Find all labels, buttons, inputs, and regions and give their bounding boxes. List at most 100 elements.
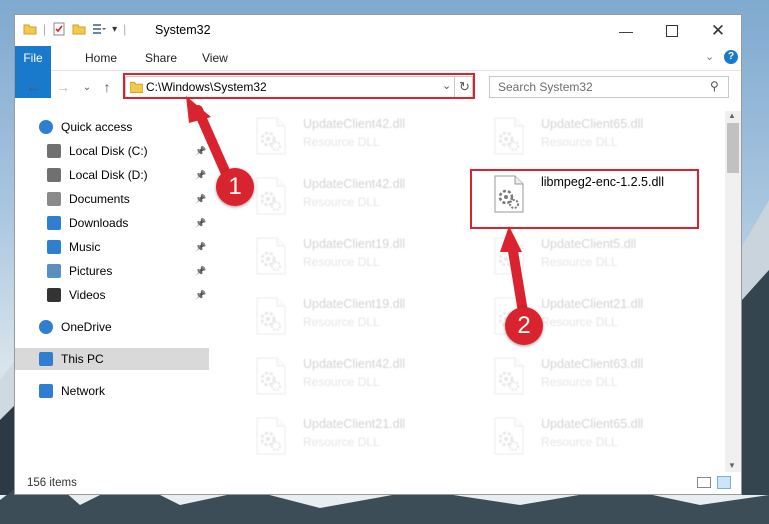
large-icons-view-icon[interactable] bbox=[717, 476, 731, 489]
search-placeholder[interactable]: Search System32 bbox=[498, 80, 593, 94]
pin-icon: 📌 bbox=[195, 241, 207, 252]
sidebar-item-label: Music bbox=[69, 240, 101, 254]
sidebar-item-this-pc[interactable]: This PC bbox=[15, 348, 209, 370]
chevron-down-icon[interactable]: ▾ bbox=[112, 24, 117, 35]
sidebar-item-downloads[interactable]: Downloads 📌 bbox=[15, 212, 209, 234]
maximize-button[interactable] bbox=[649, 15, 695, 46]
forward-arrow-icon: → bbox=[56, 79, 70, 95]
scroll-down-icon[interactable]: ▼ bbox=[728, 461, 736, 470]
step-badge-1: 1 bbox=[216, 168, 254, 206]
chevron-down-icon: ⌄ bbox=[82, 81, 92, 93]
tab-home[interactable]: Home bbox=[75, 46, 127, 70]
sidebar-item-label: Local Disk (C:) bbox=[69, 144, 148, 158]
file-type: Resource DLL bbox=[541, 135, 618, 149]
address-bar-highlight bbox=[123, 73, 475, 99]
file-type: Resource DLL bbox=[541, 255, 618, 269]
file-type: Resource DLL bbox=[303, 315, 380, 329]
status-bar: 156 items bbox=[15, 472, 741, 495]
pin-icon: 📌 bbox=[195, 289, 207, 300]
dll-file-icon bbox=[256, 417, 286, 455]
customize-toolbar-icon[interactable] bbox=[92, 22, 107, 36]
file-type: Resource DLL bbox=[303, 255, 380, 269]
quick-access-toolbar: | ▾ | bbox=[23, 22, 126, 36]
sidebar-item-documents[interactable]: Documents 📌 bbox=[15, 188, 209, 210]
expand-ribbon-icon[interactable]: ⌄ bbox=[705, 50, 714, 63]
sidebar-item-network[interactable]: Network bbox=[15, 380, 209, 402]
scroll-up-icon[interactable]: ▲ bbox=[728, 111, 736, 120]
file-item[interactable]: UpdateClient42.dll Resource DLL bbox=[239, 171, 459, 223]
sidebar-item-local-disk-c[interactable]: Local Disk (C:) 📌 bbox=[15, 140, 209, 162]
file-item[interactable]: UpdateClient19.dll Resource DLL bbox=[239, 291, 459, 343]
sidebar-item-music[interactable]: Music 📌 bbox=[15, 236, 209, 258]
forward-button[interactable]: → bbox=[53, 78, 73, 96]
dll-file-icon bbox=[494, 357, 524, 395]
item-count: 156 items bbox=[27, 477, 77, 489]
sidebar-item-label: Quick access bbox=[61, 120, 133, 134]
sidebar-item-label: Downloads bbox=[69, 216, 129, 230]
file-item[interactable]: UpdateClient42.dll Resource DLL bbox=[239, 351, 459, 403]
file-name: UpdateClient42.dll bbox=[303, 357, 406, 371]
sidebar-item-local-disk-d[interactable]: Local Disk (D:) 📌 bbox=[15, 164, 209, 186]
file-type: Resource DLL bbox=[541, 435, 618, 449]
file-item[interactable]: UpdateClient63.dll Resource DLL bbox=[477, 351, 697, 403]
sidebar-item-quick-access[interactable]: Quick access bbox=[15, 116, 209, 138]
title-bar: | ▾ | System32 — ✕ bbox=[15, 15, 741, 46]
vertical-scrollbar[interactable]: ▲ ▼ bbox=[725, 111, 741, 472]
drive-icon bbox=[47, 144, 61, 158]
dll-file-icon bbox=[256, 117, 286, 155]
back-button[interactable]: ← bbox=[23, 78, 43, 96]
tab-view[interactable]: View bbox=[192, 46, 238, 70]
drive-icon bbox=[47, 168, 61, 182]
file-name: UpdateClient5.dll bbox=[541, 237, 637, 251]
pin-icon: 📌 bbox=[195, 217, 207, 228]
file-item[interactable]: UpdateClient19.dll Resource DLL bbox=[239, 231, 459, 283]
ribbon: File Home Share View ⌄ ? bbox=[15, 46, 741, 98]
file-item[interactable]: UpdateClient5.dll Resource DLL bbox=[477, 231, 697, 283]
up-button[interactable]: ↑ bbox=[97, 78, 117, 96]
file-item[interactable]: UpdateClient42.dll Resource DLL bbox=[239, 111, 459, 163]
sidebar-item-label: Local Disk (D:) bbox=[69, 168, 148, 182]
details-view-icon[interactable] bbox=[697, 477, 711, 488]
dll-file-icon bbox=[256, 297, 286, 335]
file-type: Resource DLL bbox=[303, 195, 380, 209]
scrollbar-thumb[interactable] bbox=[727, 123, 739, 173]
dll-file-icon bbox=[494, 417, 524, 455]
file-item[interactable]: UpdateClient21.dll Resource DLL bbox=[239, 411, 459, 463]
tab-share[interactable]: Share bbox=[135, 46, 187, 70]
file-name: UpdateClient42.dll bbox=[303, 177, 406, 191]
close-button[interactable]: ✕ bbox=[695, 15, 741, 46]
file-type: Resource DLL bbox=[303, 375, 380, 389]
file-name: UpdateClient65.dll bbox=[541, 117, 644, 131]
help-icon[interactable]: ? bbox=[724, 50, 738, 64]
search-icon[interactable]: ⚲ bbox=[710, 79, 719, 93]
file-item[interactable]: UpdateClient65.dll Resource DLL bbox=[477, 411, 697, 463]
recent-locations-button[interactable]: ⌄ bbox=[77, 78, 97, 96]
file-name: UpdateClient21.dll bbox=[303, 417, 406, 431]
file-name: UpdateClient65.dll bbox=[541, 417, 644, 431]
download-icon bbox=[47, 216, 61, 230]
window-title: System32 bbox=[155, 23, 211, 37]
sidebar-item-videos[interactable]: Videos 📌 bbox=[15, 284, 209, 306]
minimize-button[interactable]: — bbox=[603, 15, 649, 46]
dll-file-icon bbox=[256, 357, 286, 395]
sidebar-item-onedrive[interactable]: OneDrive bbox=[15, 316, 209, 338]
file-type: Resource DLL bbox=[303, 135, 380, 149]
file-item[interactable]: UpdateClient65.dll Resource DLL bbox=[477, 111, 697, 163]
sidebar-item-pictures[interactable]: Pictures 📌 bbox=[15, 260, 209, 282]
file-type: Resource DLL bbox=[541, 315, 618, 329]
new-folder-icon[interactable] bbox=[72, 22, 86, 36]
dll-file-icon bbox=[494, 237, 524, 275]
separator: | bbox=[43, 22, 47, 36]
maximize-icon bbox=[666, 24, 678, 37]
pin-icon: 📌 bbox=[195, 193, 207, 204]
properties-icon[interactable] bbox=[52, 22, 66, 36]
videos-icon bbox=[47, 288, 61, 302]
file-name: UpdateClient63.dll bbox=[541, 357, 644, 371]
back-arrow-icon: ← bbox=[26, 79, 40, 95]
separator: | bbox=[123, 22, 127, 36]
network-icon bbox=[39, 384, 53, 398]
pin-icon: 📌 bbox=[195, 169, 207, 180]
file-type: Resource DLL bbox=[541, 375, 618, 389]
search-box[interactable]: Search System32 ⚲ bbox=[489, 76, 729, 98]
sidebar-item-label: OneDrive bbox=[61, 320, 112, 334]
